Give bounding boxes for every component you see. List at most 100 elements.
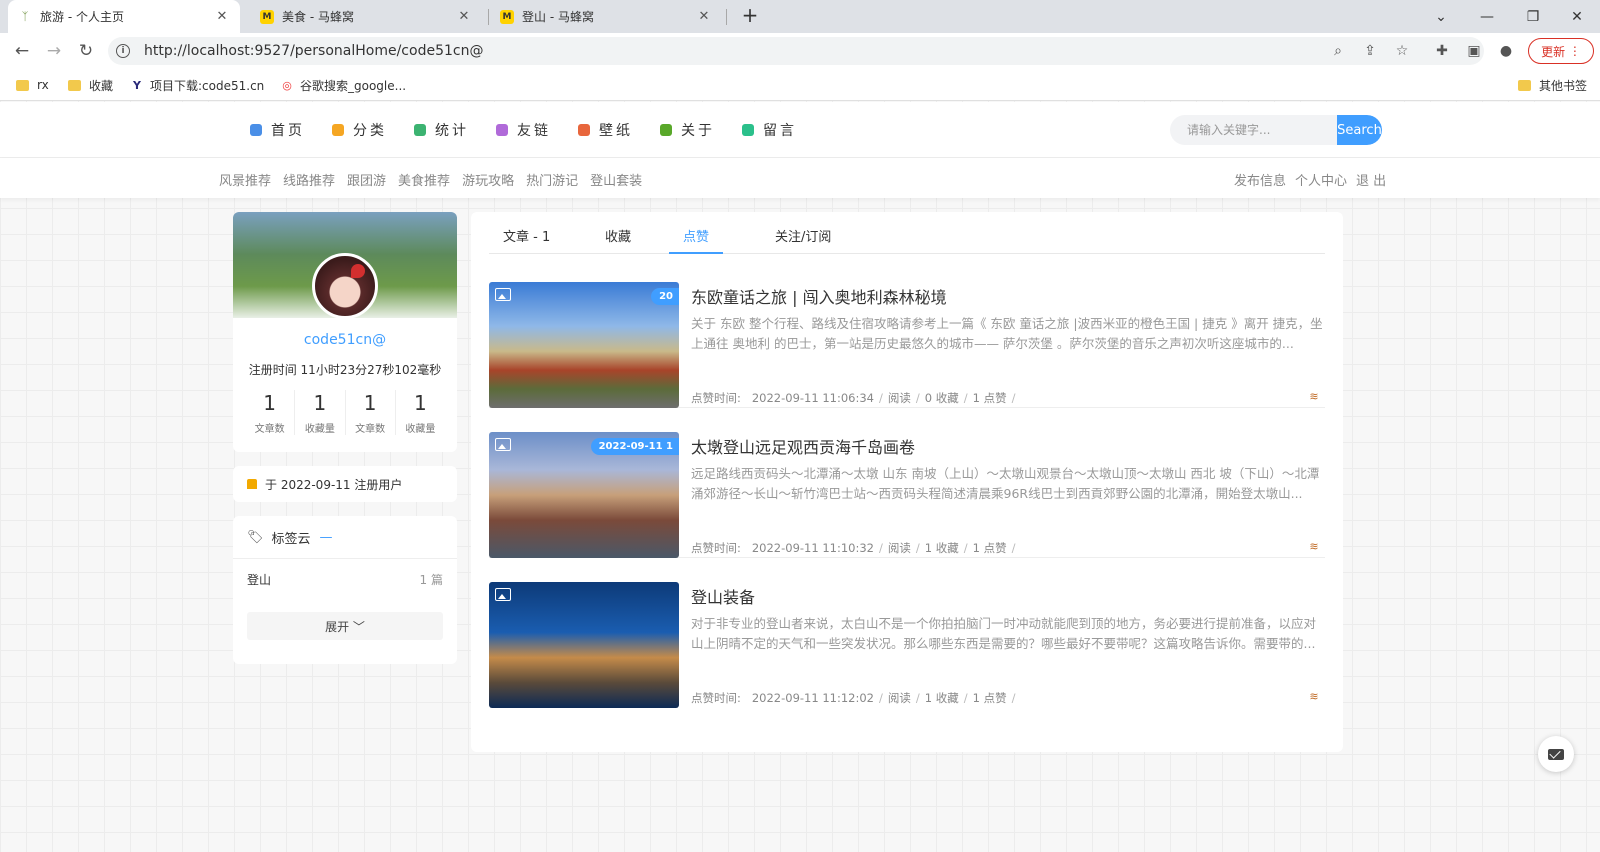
window-close-icon[interactable]: ✕ [1554, 0, 1600, 33]
menu-label: 首页 [271, 123, 305, 139]
list-item[interactable]: 登山装备 对于非专业的登山者来说，太白山不是一个你拍拍脑门一时冲动就能爬到顶的地… [489, 582, 1325, 708]
list-item[interactable]: 2022-09-11 1 太墩登山远足观西贡海千岛画卷 远足路线西贡码头～北潭涌… [489, 432, 1325, 558]
read-count: 阅读 [887, 391, 911, 405]
tab-likes[interactable]: 点赞 [669, 226, 724, 254]
star-icon[interactable]: ☆ [1392, 41, 1412, 61]
layers-icon[interactable]: ≋ [1307, 390, 1321, 404]
personal-center-link[interactable]: 个人中心 [1295, 170, 1347, 189]
tag-name: 登山 [247, 573, 272, 587]
info-icon[interactable]: i [116, 44, 130, 58]
search-button[interactable]: Search [1337, 115, 1382, 145]
tab-follows[interactable]: 关注/订阅 [775, 226, 831, 254]
content-tabs: 文章 - 1 收藏 点赞 关注/订阅 [489, 212, 1325, 254]
publish-link[interactable]: 发布信息 [1234, 170, 1286, 189]
menu-about[interactable]: 关于 [660, 120, 715, 140]
category-links: 风景推荐 线路推荐 跟团游 美食推荐 游玩攻略 热门游记 登山套装 [219, 170, 654, 189]
subnav-scenery[interactable]: 风景推荐 [219, 170, 271, 189]
menu-stats[interactable]: 统计 [414, 120, 469, 140]
list-item[interactable]: 20 东欧童话之旅 | 闯入奥地利森林秘境 关于 东欧 整个行程、路线及住宿攻略… [489, 282, 1325, 408]
browser-tab-3[interactable]: M 登山 - 马蜂窝 ✕ [490, 0, 722, 33]
subnav-climbing[interactable]: 登山套装 [590, 170, 642, 189]
mafengwo-icon: M [500, 9, 514, 24]
subnav-guides[interactable]: 游玩攻略 [462, 170, 514, 189]
menu-message[interactable]: 留言 [742, 120, 797, 140]
stat-item: 1 收藏量 [396, 390, 445, 435]
read-count: 阅读 [887, 691, 911, 705]
extensions-icon[interactable]: ✚ [1432, 41, 1452, 61]
tab-favorites[interactable]: 收藏 [605, 226, 631, 254]
logout-link[interactable]: 退 出 [1356, 170, 1386, 189]
zoom-icon[interactable]: ⌕ [1328, 41, 1348, 61]
bookmark-rx[interactable]: rx [16, 76, 49, 94]
tab-articles[interactable]: 文章 - 1 [503, 226, 550, 254]
update-button[interactable]: 更新 ⋮ [1528, 38, 1594, 64]
message-button[interactable] [1538, 736, 1574, 772]
username[interactable]: code51cn@ [233, 332, 457, 348]
article-thumbnail[interactable] [489, 582, 679, 708]
fav-count: 0 收藏 [924, 391, 959, 405]
menu-home[interactable]: 首页 [250, 120, 305, 140]
fav-count: 1 收藏 [924, 691, 959, 705]
address-bar[interactable]: i http://localhost:9527/personalHome/cod… [108, 37, 1484, 65]
browser-tab-2[interactable]: M 美食 - 马蜂窝 ✕ [250, 0, 482, 33]
close-icon[interactable]: ✕ [696, 9, 712, 24]
search-input[interactable] [1170, 115, 1337, 145]
article-summary: 关于 东欧 整个行程、路线及住宿攻略请参考上一篇《 东欧 童话之旅 |波西米亚的… [691, 316, 1323, 351]
heart-icon [496, 124, 508, 136]
bookmark-favorites[interactable]: 收藏 [68, 76, 113, 94]
mafengwo-icon: M [260, 9, 274, 24]
bookmark-other[interactable]: 其他书签 [1518, 76, 1587, 94]
article-title[interactable]: 东欧童话之旅 | 闯入奥地利森林秘境 [691, 284, 947, 308]
layers-icon[interactable]: ≋ [1307, 690, 1321, 704]
layers-icon[interactable]: ≋ [1307, 540, 1321, 554]
menu-wallpaper[interactable]: 壁纸 [578, 120, 633, 140]
menu-links[interactable]: 友链 [496, 120, 551, 140]
article-title[interactable]: 太墩登山远足观西贡海千岛画卷 [691, 434, 915, 458]
article-thumbnail[interactable]: 20 [489, 282, 679, 408]
bookmark-google[interactable]: ◎ 谷歌搜索_google... [280, 76, 406, 94]
tag-item[interactable]: 登山 1 篇 [247, 571, 443, 588]
stats-icon [414, 124, 426, 136]
expand-button[interactable]: 展开 ﹀ [247, 612, 443, 640]
read-count: 阅读 [887, 541, 911, 555]
subnav-food[interactable]: 美食推荐 [398, 170, 450, 189]
profile-icon[interactable]: ● [1496, 41, 1516, 61]
subnav-tours[interactable]: 跟团游 [347, 170, 386, 189]
new-tab-button[interactable]: + [738, 4, 762, 28]
close-icon[interactable]: ✕ [214, 9, 230, 24]
reload-icon[interactable]: ↻ [74, 39, 98, 63]
bookmark-code51[interactable]: Y 项目下载:code51.cn [130, 76, 264, 94]
meta-prefix: 点赞时间: [691, 541, 741, 555]
url-text[interactable]: http://localhost:9527/personalHome/code5… [144, 43, 483, 59]
user-links: 发布信息 个人中心 退 出 [1234, 170, 1395, 189]
article-meta: 点赞时间: 2022-09-11 11:06:34/阅读/0 收藏/1 点赞 / [691, 391, 1016, 405]
article-summary: 对于非专业的登山者来说，太白山不是一个你拍拍脑门一时冲动就能爬到顶的地方，务必要… [691, 616, 1317, 651]
content-card: 文章 - 1 收藏 点赞 关注/订阅 20 东欧童话之旅 | 闯入奥地利森林秘境… [471, 212, 1343, 752]
share-icon[interactable]: ⇪ [1360, 41, 1380, 61]
menu-category[interactable]: 分类 [332, 120, 387, 140]
restore-icon[interactable]: ❐ [1510, 0, 1556, 33]
article-thumbnail[interactable]: 2022-09-11 1 [489, 432, 679, 558]
tab-search-icon[interactable]: ⌄ [1418, 0, 1464, 33]
sidepanel-icon[interactable]: ▣ [1464, 41, 1484, 61]
minimize-icon[interactable]: — [1464, 0, 1510, 33]
tab-title: 美食 - 马蜂窝 [282, 10, 354, 24]
date-badge: 2022-09-11 1 [590, 438, 679, 455]
like-count: 1 点赞 [972, 391, 1007, 405]
subnav-routes[interactable]: 线路推荐 [283, 170, 335, 189]
image-icon [495, 288, 511, 301]
update-label: 更新 [1541, 44, 1566, 59]
avatar[interactable] [312, 253, 378, 319]
subnav-travelogues[interactable]: 热门游记 [526, 170, 578, 189]
back-arrow-icon[interactable]: ← [10, 39, 34, 63]
menu-label: 友链 [517, 123, 551, 139]
browser-tab-1[interactable]: ᛉ 旅游 - 个人主页 ✕ [8, 0, 240, 33]
meta-prefix: 点赞时间: [691, 691, 741, 705]
forward-arrow-icon[interactable]: → [42, 39, 66, 63]
close-icon[interactable]: ✕ [456, 9, 472, 24]
article-title[interactable]: 登山装备 [691, 584, 755, 608]
chat-icon [742, 124, 754, 136]
cake-icon [247, 479, 257, 489]
stat-item: 1 收藏量 [295, 390, 346, 435]
image-icon [495, 588, 511, 601]
